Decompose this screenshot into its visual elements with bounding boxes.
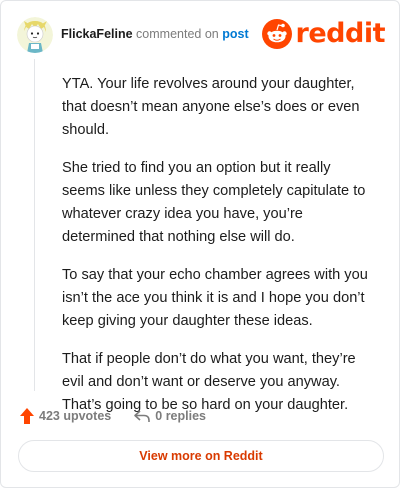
reddit-wordmark: reddit	[295, 18, 386, 49]
comment-paragraph: YTA. Your life revolves around your daug…	[62, 76, 360, 138]
comment-header: FlickaFeline commented on post reddit	[17, 15, 386, 55]
replies-count: 0 replies	[155, 409, 206, 423]
upvote-button[interactable]: 423 upvotes	[19, 407, 111, 425]
reddit-snoo-icon	[261, 19, 292, 49]
commented-on-text: commented on	[136, 27, 219, 41]
embedded-comment-card: FlickaFeline commented on post reddit YT…	[0, 0, 400, 488]
reply-arrow-icon	[134, 410, 151, 422]
replies-button[interactable]: 0 replies	[133, 408, 206, 424]
upvote-arrow-icon	[20, 408, 34, 424]
comment-body: YTA. Your life revolves around your daug…	[62, 73, 374, 432]
reddit-logo[interactable]: reddit	[261, 18, 386, 49]
thread-line	[34, 59, 35, 391]
view-more-button[interactable]: View more on Reddit	[18, 440, 384, 472]
comment-meta: FlickaFeline commented on post	[61, 27, 249, 41]
comment-actions: 423 upvotes 0 replies	[19, 405, 206, 427]
user-avatar[interactable]	[17, 17, 53, 53]
comment-paragraph: She tried to find you an option but it r…	[62, 160, 366, 245]
post-link[interactable]: post	[222, 27, 248, 41]
comment-paragraph: To say that your echo chamber agrees wit…	[62, 267, 368, 329]
upvote-count: 423 upvotes	[39, 409, 112, 423]
author-name[interactable]: FlickaFeline	[61, 27, 133, 41]
